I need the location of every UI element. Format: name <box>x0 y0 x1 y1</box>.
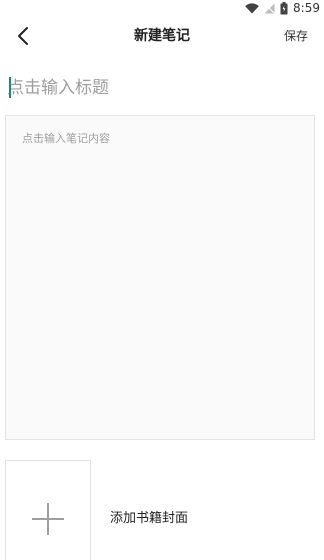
chevron-left-icon <box>18 27 28 45</box>
title-field <box>5 74 317 102</box>
back-button[interactable] <box>8 20 40 52</box>
add-cover-button[interactable] <box>5 460 91 560</box>
status-bar: 8:59 <box>0 0 324 16</box>
plus-icon <box>32 503 64 535</box>
cover-row: 添加书籍封面 <box>5 460 324 560</box>
battery-icon <box>280 1 288 14</box>
title-input[interactable] <box>5 74 317 102</box>
add-cover-label: 添加书籍封面 <box>110 511 189 526</box>
signal-icon <box>264 3 275 13</box>
content-field <box>5 115 315 440</box>
page-title: 新建笔记 <box>134 28 190 44</box>
status-icons: 8:59 <box>245 0 320 16</box>
app-bar: 新建笔记 保存 <box>0 16 324 56</box>
status-time: 8:59 <box>293 1 320 15</box>
content-input[interactable] <box>6 116 314 439</box>
text-caret <box>9 77 11 98</box>
save-button[interactable]: 保存 <box>284 16 308 56</box>
wifi-icon <box>245 2 259 14</box>
